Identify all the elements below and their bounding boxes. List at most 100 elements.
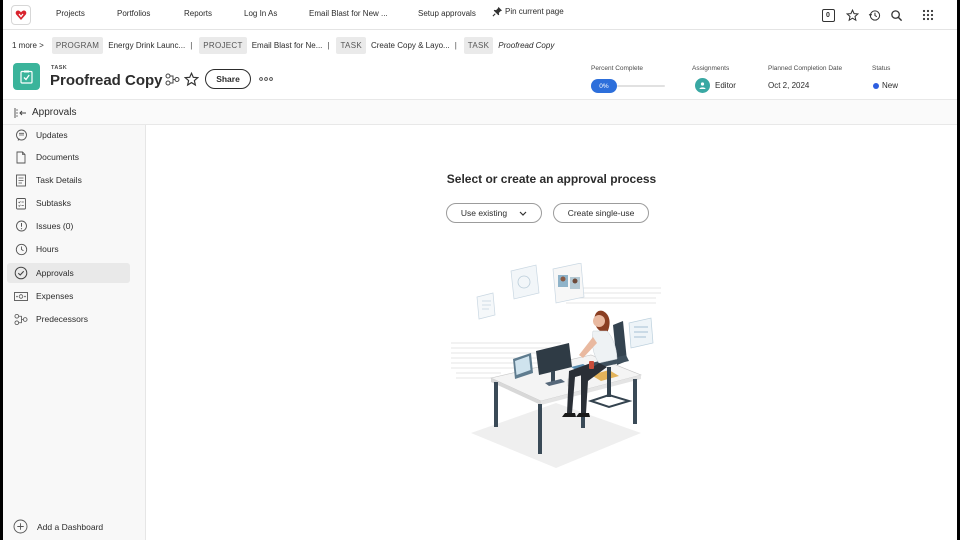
assignments-label: Assignments bbox=[692, 65, 730, 72]
planned-completion-value[interactable]: Oct 2, 2024 bbox=[768, 81, 809, 90]
status-dot bbox=[873, 83, 879, 89]
crumb-separator: | bbox=[454, 40, 457, 50]
sidebar-item-label: Issues (0) bbox=[36, 221, 74, 231]
favorite-task-button[interactable] bbox=[183, 71, 199, 87]
sidebar-item-subtasks[interactable]: Subtasks bbox=[7, 193, 130, 213]
history-icon bbox=[868, 9, 880, 21]
updates-icon bbox=[14, 128, 28, 142]
pin-current-page-label: Pin current page bbox=[505, 7, 564, 16]
left-sidebar: Updates Documents Task Details Subtasks … bbox=[3, 125, 146, 540]
sidebar-item-expenses[interactable]: Expenses bbox=[7, 286, 130, 306]
top-navigation: Projects Portfolios Reports Log In As Em… bbox=[3, 0, 957, 30]
nav-projects[interactable]: Projects bbox=[56, 9, 85, 18]
chevron-down-icon bbox=[519, 211, 527, 216]
assignee-avatar bbox=[695, 78, 710, 93]
task-type-icon bbox=[13, 63, 40, 90]
status-value[interactable]: New bbox=[882, 81, 898, 90]
documents-icon bbox=[14, 150, 28, 164]
section-title: Approvals bbox=[32, 107, 77, 118]
collapse-left-icon bbox=[14, 108, 26, 118]
more-actions-button[interactable] bbox=[258, 71, 274, 87]
add-dashboard-label: Add a Dashboard bbox=[37, 521, 104, 532]
crumb-current-task: Proofread Copy bbox=[498, 40, 555, 50]
add-dashboard-button[interactable]: Add a Dashboard bbox=[13, 519, 103, 534]
sidebar-item-updates[interactable]: Updates bbox=[7, 125, 130, 145]
hierarchy-icon bbox=[165, 73, 179, 85]
breadcrumb-more-label: 1 more bbox=[12, 40, 37, 50]
team-icon bbox=[699, 82, 706, 89]
collapse-panel-button[interactable] bbox=[13, 106, 27, 120]
crumb-project[interactable]: Email Blast for Ne... bbox=[252, 41, 323, 50]
approvals-icon bbox=[14, 266, 28, 280]
search-icon bbox=[890, 9, 902, 21]
sidebar-item-label: Expenses bbox=[36, 291, 74, 301]
crumb-separator: | bbox=[327, 40, 330, 50]
sidebar-item-label: Subtasks bbox=[36, 198, 71, 208]
star-icon bbox=[183, 71, 199, 86]
nav-reports[interactable]: Reports bbox=[184, 9, 212, 18]
crumb-tag-parent-task: TASK bbox=[336, 36, 366, 54]
sidebar-item-label: Approvals bbox=[36, 268, 74, 278]
workfront-logo[interactable] bbox=[11, 5, 31, 25]
crumb-separator: | bbox=[190, 40, 193, 50]
share-button[interactable]: Share bbox=[205, 69, 251, 89]
search-button[interactable] bbox=[887, 6, 905, 24]
sidebar-item-approvals[interactable]: Approvals bbox=[7, 263, 130, 283]
sidebar-item-documents[interactable]: Documents bbox=[7, 147, 130, 167]
sidebar-item-hours[interactable]: Hours bbox=[7, 239, 130, 259]
approval-illustration bbox=[451, 263, 661, 468]
nav-portfolios[interactable]: Portfolios bbox=[117, 9, 150, 18]
percent-complete-track bbox=[617, 85, 665, 87]
sidebar-item-label: Predecessors bbox=[36, 314, 88, 324]
assignments-value[interactable]: Editor bbox=[715, 81, 736, 90]
page-title[interactable]: Proofread Copy bbox=[50, 72, 163, 89]
nav-log-in-as[interactable]: Log In As bbox=[244, 9, 277, 18]
status-label: Status bbox=[872, 65, 891, 72]
notifications-button[interactable]: 0 bbox=[819, 6, 837, 24]
notification-count: 0 bbox=[821, 8, 835, 22]
favorites-button[interactable] bbox=[843, 6, 861, 24]
use-existing-dropdown[interactable]: Use existing bbox=[446, 203, 542, 223]
crumb-parent-task[interactable]: Create Copy & Layo... bbox=[371, 41, 450, 50]
crumb-tag-project: PROJECT bbox=[199, 36, 247, 54]
crumb-program[interactable]: Energy Drink Launc... bbox=[108, 41, 185, 50]
task-kind-label: TASK bbox=[51, 65, 68, 71]
recent-button[interactable] bbox=[865, 6, 883, 24]
breadcrumb-chevron: > bbox=[39, 40, 44, 50]
star-icon bbox=[845, 8, 859, 21]
app-launcher-button[interactable] bbox=[919, 6, 937, 24]
sidebar-item-issues[interactable]: Issues (0) bbox=[7, 216, 130, 236]
predecessors-icon bbox=[14, 312, 28, 326]
crumb-tag-program: PROGRAM bbox=[51, 36, 104, 54]
breadcrumb: 1 more > PROGRAM Energy Drink Launc... |… bbox=[12, 36, 554, 54]
crumb-tag-current-task: TASK bbox=[463, 36, 494, 54]
add-circle-icon bbox=[13, 519, 28, 534]
use-existing-label: Use existing bbox=[460, 208, 508, 218]
planned-completion-label: Planned Completion Date bbox=[768, 65, 843, 72]
sidebar-item-label: Documents bbox=[36, 152, 79, 162]
expenses-icon bbox=[14, 289, 28, 303]
grid-icon bbox=[922, 9, 934, 21]
task-header: TASK Proofread Copy Share Percent Comple… bbox=[3, 58, 957, 98]
section-header: Approvals bbox=[3, 99, 957, 125]
issues-icon bbox=[14, 219, 28, 233]
nav-setup-approvals[interactable]: Setup approvals bbox=[418, 9, 476, 18]
pin-current-page-button[interactable]: Pin current page bbox=[492, 6, 564, 17]
hierarchy-button[interactable] bbox=[164, 71, 180, 87]
app-window: Projects Portfolios Reports Log In As Em… bbox=[3, 0, 957, 540]
nav-email-blast[interactable]: Email Blast for New ... bbox=[309, 9, 388, 18]
task-details-icon bbox=[14, 173, 28, 187]
pin-icon bbox=[492, 6, 503, 17]
breadcrumb-more[interactable]: 1 more > bbox=[12, 41, 44, 50]
percent-complete-value: 0% bbox=[591, 79, 617, 93]
create-single-use-button[interactable]: Create single-use bbox=[553, 203, 649, 223]
sidebar-item-predecessors[interactable]: Predecessors bbox=[7, 309, 130, 329]
percent-complete-bar[interactable]: 0% bbox=[591, 79, 667, 93]
empty-state-title: Select or create an approval process bbox=[446, 172, 657, 186]
percent-complete-label: Percent Complete bbox=[591, 65, 644, 72]
sidebar-item-label: Hours bbox=[36, 244, 59, 254]
sidebar-item-label: Updates bbox=[36, 130, 68, 140]
sidebar-item-task-details[interactable]: Task Details bbox=[7, 170, 130, 190]
sidebar-item-label: Task Details bbox=[36, 175, 82, 185]
approvals-panel: Select or create an approval process Use… bbox=[146, 125, 957, 540]
